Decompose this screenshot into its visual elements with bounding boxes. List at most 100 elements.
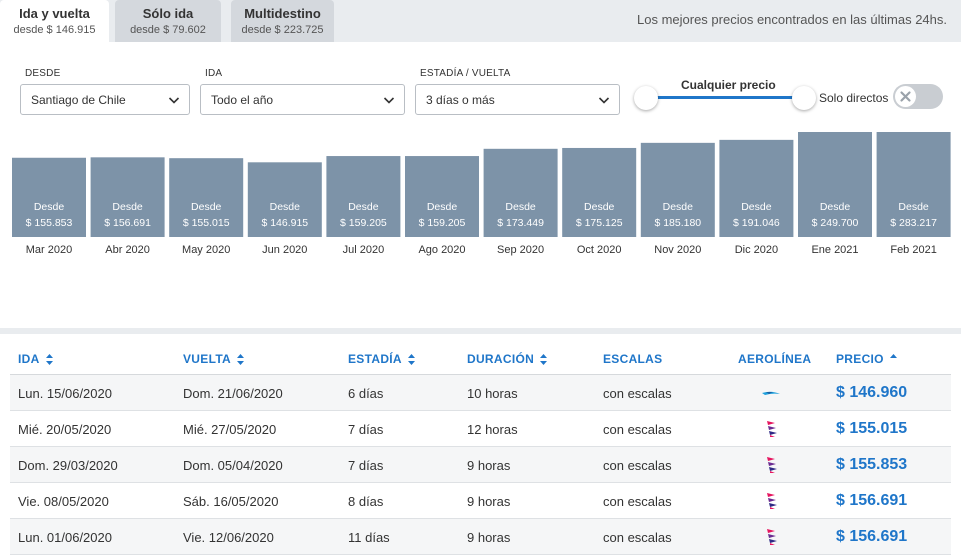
header-aerolinea: AEROLÍNEA [738,352,811,366]
tab-ida-y-vuelta[interactable]: Ida y vuelta desde $ 146.915 [0,0,109,42]
bar-value-label: $ 155.853 [26,217,73,229]
chart-bar-group[interactable]: Desde $ 156.691 Abr 2020 [90,157,165,256]
header-duracion[interactable]: DURACIÓN [467,352,548,366]
prices-note: Los mejores precios encontrados en las ú… [637,12,947,27]
x-tick-label: Oct 2020 [577,244,622,256]
cell-escalas: con escalas [603,530,672,545]
header-vuelta[interactable]: VUELTA [183,352,245,366]
bar-prefix-label: Desde [112,201,143,213]
bar-prefix-label: Desde [505,201,536,213]
cell-vuelta: Vie. 12/06/2020 [183,530,274,545]
chart-bar-group[interactable]: Desde $ 159.205 Jul 2020 [326,156,401,256]
header-precio[interactable]: PRECIO [836,352,897,366]
bar-prefix-label: Desde [191,201,222,213]
x-tick-label: Dic 2020 [735,244,778,256]
chevron-down-icon [598,97,610,104]
bar-value-label: $ 159.205 [340,217,387,229]
chart-bar-group[interactable]: Desde $ 146.915 Jun 2020 [247,162,322,256]
header-label: DURACIÓN [467,352,535,366]
solo-directos-toggle[interactable] [893,84,943,109]
price-link[interactable]: $ 156.691 [836,528,907,546]
table-row[interactable]: Dom. 29/03/2020 Dom. 05/04/2020 7 días 9 ho… [10,447,951,483]
aerolineas-argentinas-icon [762,391,780,395]
chart-bar-group[interactable]: Desde $ 191.046 Dic 2020 [719,139,794,256]
bar-prefix-label: Desde [584,201,615,213]
chart-bar-group[interactable]: Desde $ 283.217 Feb 2021 [876,132,951,256]
desde-select[interactable]: Santiago de Chile [20,84,190,115]
cell-vuelta: Dom. 21/06/2020 [183,386,283,401]
header-label: VUELTA [183,352,232,366]
cell-estadia: 6 días [348,386,384,401]
toggle-knob [895,86,916,107]
sort-icon [45,354,53,366]
estadia-label: ESTADÍA / VUELTA [420,68,511,79]
chart-bar-group[interactable]: Desde $ 175.125 Oct 2020 [562,147,637,256]
chart-bar-group[interactable]: Desde $ 159.205 Ago 2020 [405,156,479,256]
bar-value-label: $ 191.046 [733,217,780,229]
bar-value-label: $ 159.205 [419,217,466,229]
x-tick-label: Feb 2021 [890,244,936,256]
tab-multidestino[interactable]: Multidestino desde $ 223.725 [231,0,334,42]
chart-bar-group[interactable]: Desde $ 155.015 May 2020 [169,158,244,256]
ida-select[interactable]: Todo el año [200,84,405,115]
desde-label: DESDE [25,68,61,79]
flights-table: IDA VUELTA ESTADÍA DURACIÓN ESCALAS AERO… [0,334,961,555]
price-range-label: Cualquier precio [681,78,776,92]
cell-escalas: con escalas [603,422,672,437]
sort-asc-icon [889,354,897,359]
header-ida[interactable]: IDA [18,352,53,366]
x-tick-label: Ene 2021 [811,244,858,256]
bar-value-label: $ 156.691 [104,217,151,229]
cell-vuelta: Mié. 27/05/2020 [183,422,277,437]
price-link[interactable]: $ 156.691 [836,492,907,510]
table-row[interactable]: Mié. 20/05/2020 Mié. 27/05/2020 7 días 12 h… [10,411,951,447]
cell-estadia: 7 días [348,422,384,437]
bar-value-label: $ 249.700 [812,217,859,229]
cell-ida: Dom. 29/03/2020 [18,458,118,473]
chart-bar-group[interactable]: Desde $ 155.853 Mar 2020 [12,157,86,256]
cell-ida: Lun. 15/06/2020 [18,386,112,401]
cell-estadia: 8 días [348,494,384,509]
chart-bar-group[interactable]: Desde $ 185.180 Nov 2020 [640,142,715,256]
header-label: PRECIO [836,352,884,366]
bar-prefix-label: Desde [898,201,929,213]
table-row[interactable]: Lun. 15/06/2020 Dom. 21/06/2020 6 días 10 h… [10,375,951,411]
ida-value: Todo el año [211,93,274,107]
x-tick-label: Jun 2020 [262,244,307,256]
price-link[interactable]: $ 146.960 [836,384,907,402]
x-tick-label: Mar 2020 [26,244,72,256]
price-link[interactable]: $ 155.853 [836,456,907,474]
table-row[interactable]: Vie. 08/05/2020 Sáb. 16/05/2020 8 días 9 ho… [10,483,951,519]
x-tick-label: Abr 2020 [105,244,150,256]
tab-subtitle: desde $ 79.602 [130,24,206,36]
bar-prefix-label: Desde [820,201,851,213]
tab-title: Multidestino [244,6,321,21]
bar-value-label: $ 283.217 [890,217,937,229]
bar-value-label: $ 173.449 [497,217,544,229]
header-escalas: ESCALAS [603,352,662,366]
header-label: ESCALAS [603,352,663,366]
price-link[interactable]: $ 155.015 [836,420,907,438]
price-range-max-handle[interactable] [792,86,816,110]
tab-bar: Ida y vuelta desde $ 146.915 Sólo ida de… [0,0,961,42]
tab-solo-ida[interactable]: Sólo ida desde $ 79.602 [115,0,221,42]
header-estadia[interactable]: ESTADÍA [348,352,415,366]
chart-bar-group[interactable]: Desde $ 173.449 Sep 2020 [483,148,558,256]
cell-duracion: 9 horas [467,494,511,509]
chevron-down-icon [383,97,395,104]
cell-duracion: 10 horas [467,386,518,401]
table-row[interactable]: Lun. 01/06/2020 Vie. 12/06/2020 11 días 9 h… [10,519,951,555]
price-range-track[interactable] [646,96,804,99]
bar-prefix-label: Desde [34,201,65,213]
tab-title: Ida y vuelta [19,6,90,21]
x-tick-label: Ago 2020 [418,244,465,256]
price-range-min-handle[interactable] [634,86,658,110]
latam-icon [767,493,777,509]
bar-prefix-label: Desde [270,201,301,213]
estadia-select[interactable]: 3 días o más [415,84,620,115]
tab-subtitle: desde $ 146.915 [13,24,96,36]
bar-prefix-label: Desde [663,201,694,213]
filter-chart-panel: DESDE Santiago de Chile IDA Todo el año … [0,42,961,328]
sort-icon [540,354,548,366]
chart-bar-group[interactable]: Desde $ 249.700 Ene 2021 [798,132,872,256]
